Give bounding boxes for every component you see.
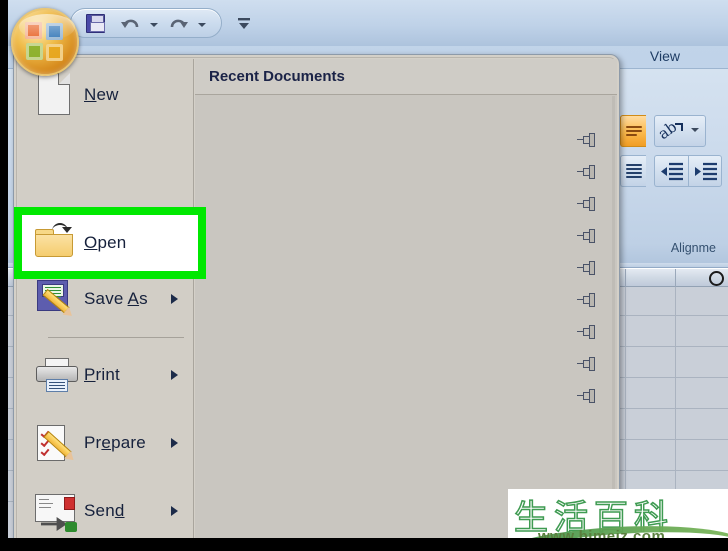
send-envelope-icon	[30, 488, 84, 534]
list-item[interactable]	[195, 348, 617, 380]
menu-item-label-save-as: Save As	[84, 289, 148, 308]
new-document-icon	[30, 72, 84, 118]
pushpin-icon[interactable]	[577, 229, 595, 243]
office-menu-command-list: New Save Save As	[18, 59, 194, 540]
orb-gloss	[19, 14, 75, 40]
pushpin-icon[interactable]	[577, 197, 595, 211]
pushpin-icon[interactable]	[577, 133, 595, 147]
list-item[interactable]	[195, 380, 617, 412]
frame-edge-left	[0, 0, 8, 551]
list-item[interactable]	[195, 252, 617, 284]
list-item[interactable]	[195, 124, 617, 156]
menu-item-prepare[interactable]: Prepare	[18, 409, 194, 477]
cell-marker-icon	[709, 271, 724, 286]
open-folder-icon	[30, 220, 84, 266]
menu-item-label-send: Send	[84, 501, 125, 520]
list-item[interactable]	[195, 156, 617, 188]
recent-list-scrollbar[interactable]	[612, 96, 615, 538]
increase-indent-icon[interactable]	[688, 155, 722, 187]
pushpin-icon[interactable]	[577, 357, 595, 371]
office-button[interactable]	[11, 8, 79, 76]
wrap-text-icon[interactable]	[620, 115, 646, 147]
menu-item-label-new: New	[84, 85, 119, 104]
pushpin-icon[interactable]	[577, 261, 595, 275]
menu-item-open[interactable]: Open	[18, 211, 194, 275]
recent-documents-list	[195, 96, 617, 540]
menu-separator	[48, 337, 184, 338]
menu-item-print[interactable]: Print	[18, 341, 194, 409]
floppy-disk-icon[interactable]	[86, 14, 107, 34]
merge-cells-icon[interactable]	[620, 155, 646, 187]
quick-access-toolbar-strip	[8, 0, 728, 46]
pushpin-icon[interactable]	[577, 293, 595, 307]
list-item[interactable]	[195, 188, 617, 220]
office-button-menu: New Save Save As	[13, 54, 620, 543]
menu-item-send[interactable]: Send	[18, 477, 194, 542]
menu-item-label-open: Open	[84, 233, 127, 252]
menu-item-label-prepare: Prepare	[84, 433, 146, 452]
submenu-arrow-icon	[171, 294, 178, 304]
ribbon-group-label-alignment: Alignme	[670, 241, 716, 255]
text-orientation-icon[interactable]: ab	[654, 115, 706, 147]
decrease-indent-icon[interactable]	[654, 155, 688, 187]
list-item[interactable]	[195, 220, 617, 252]
list-item[interactable]	[195, 316, 617, 348]
submenu-arrow-icon	[171, 506, 178, 516]
save-as-icon	[30, 276, 84, 322]
printer-icon	[30, 352, 84, 398]
customize-toolbar-icon[interactable]	[236, 16, 252, 32]
list-item[interactable]	[195, 284, 617, 316]
screenshot-root: View ab Alignme New Save As Print Prepar…	[0, 0, 728, 551]
pushpin-icon[interactable]	[577, 325, 595, 339]
pushpin-icon[interactable]	[577, 389, 595, 403]
frame-edge-bottom	[0, 538, 728, 551]
chevron-down-icon[interactable]	[148, 20, 159, 29]
undo-arrow-icon[interactable]	[120, 15, 141, 35]
recent-documents-title: Recent Documents	[209, 68, 345, 85]
menu-item-label-print: Print	[84, 365, 120, 384]
submenu-arrow-icon	[171, 370, 178, 380]
tab-view[interactable]: View	[640, 46, 690, 66]
recent-documents-panel: Recent Documents	[195, 59, 617, 540]
frame-edge-corner	[0, 0, 8, 8]
chevron-down-icon[interactable]	[196, 20, 207, 29]
prepare-document-icon	[30, 420, 84, 466]
submenu-arrow-icon	[171, 438, 178, 448]
redo-arrow-icon[interactable]	[168, 15, 189, 35]
pushpin-icon[interactable]	[577, 165, 595, 179]
recent-documents-header: Recent Documents	[195, 59, 617, 95]
